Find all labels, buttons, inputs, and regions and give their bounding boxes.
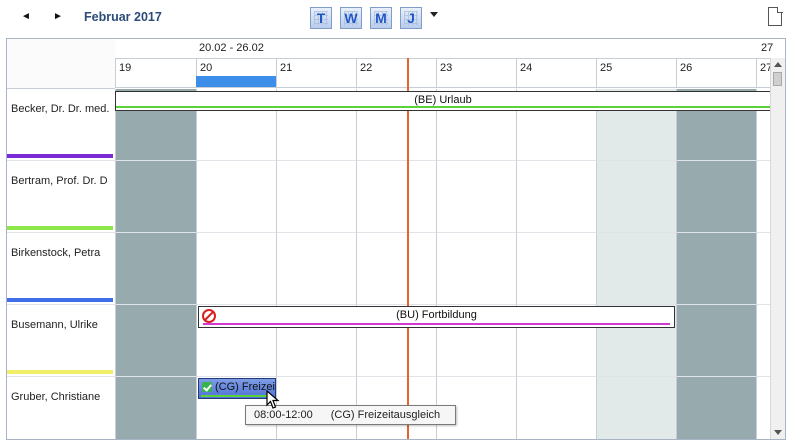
resource-color-bar <box>7 370 113 374</box>
day-header-25[interactable]: 25 <box>596 58 676 76</box>
day-header-21[interactable]: 21 <box>276 58 356 76</box>
day-cell[interactable] <box>596 377 676 439</box>
resource-row: Bertram, Prof. Dr. D <box>7 161 785 233</box>
resource-row: Birkenstock, Petra <box>7 233 785 305</box>
prohibited-icon <box>202 309 216 323</box>
resource-name: Becker, Dr. Dr. med. <box>11 103 110 115</box>
scroll-up-icon[interactable] <box>774 62 782 67</box>
month-label: Februar 2017 <box>84 10 162 24</box>
scroll-thumb[interactable] <box>773 72 782 86</box>
day-header-26[interactable]: 26 <box>676 58 756 76</box>
next-arrow-icon: ► <box>53 10 63 22</box>
resource-color-bar <box>7 226 113 230</box>
vertical-scrollbar[interactable] <box>770 58 785 439</box>
resource-name: Birkenstock, Petra <box>11 247 101 259</box>
day-cell[interactable] <box>115 161 196 233</box>
event-underline <box>203 323 670 325</box>
day-cell[interactable] <box>436 233 516 305</box>
day-subheader <box>276 76 356 88</box>
prev-month-button[interactable]: ◄ <box>18 8 34 24</box>
resource-label[interactable]: Busemann, Ulrike <box>7 305 115 377</box>
day-cell[interactable] <box>516 377 596 439</box>
day-cell[interactable] <box>676 233 756 305</box>
event-label: (BU) Fortbildung <box>396 309 477 321</box>
tooltip-text: (CG) Freizeitausgleich <box>330 409 441 421</box>
day-header-22[interactable]: 22 <box>356 58 436 76</box>
resource-label[interactable]: Bertram, Prof. Dr. D <box>7 161 115 233</box>
day-cell[interactable] <box>115 377 196 439</box>
day-cell[interactable] <box>356 233 436 305</box>
day-cell[interactable] <box>596 233 676 305</box>
resource-color-bar <box>7 154 113 158</box>
resource-name: Bertram, Prof. Dr. D <box>11 175 108 187</box>
new-document-icon[interactable] <box>768 6 783 26</box>
view-year-button[interactable]: J <box>400 7 422 29</box>
event-label: (BE) Urlaub <box>414 94 472 106</box>
day-header-23[interactable]: 23 <box>436 58 516 76</box>
day-subheader <box>115 76 196 88</box>
event-fortbildung[interactable]: (BU) Fortbildung <box>198 306 675 328</box>
next-week-label: 27 <box>761 42 774 54</box>
day-cell[interactable] <box>276 233 356 305</box>
toolbar: ◄ ► Februar 2017 T W M J <box>0 0 789 36</box>
resource-label[interactable]: Gruber, Christiane <box>7 377 115 439</box>
day-subheader <box>356 76 436 88</box>
tooltip-time: 08:00-12:00 <box>254 409 313 421</box>
today-marker <box>196 76 276 87</box>
day-subheader <box>676 76 756 88</box>
view-week-button[interactable]: W <box>340 7 362 29</box>
day-cell[interactable] <box>676 305 756 377</box>
resource-color-bar <box>7 298 113 302</box>
check-icon <box>202 382 212 392</box>
next-month-button[interactable]: ► <box>50 8 66 24</box>
calendar-grid: 20.02 - 26.02 27 19 20 21 22 23 24 25 26… <box>6 38 786 440</box>
view-month-button[interactable]: M <box>370 7 392 29</box>
current-time-line <box>407 58 409 439</box>
day-cell[interactable] <box>596 161 676 233</box>
resource-name: Gruber, Christiane <box>11 391 101 403</box>
scroll-down-icon[interactable] <box>774 430 782 435</box>
resource-label[interactable]: Becker, Dr. Dr. med. <box>7 89 115 161</box>
day-cell[interactable] <box>196 233 276 305</box>
resource-label[interactable]: Birkenstock, Petra <box>7 233 115 305</box>
week-range-label: 20.02 - 26.02 <box>199 42 264 54</box>
day-subheader <box>596 76 676 88</box>
day-cell[interactable] <box>356 161 436 233</box>
day-subheader <box>436 76 516 88</box>
event-underline <box>201 395 273 397</box>
event-freizeit-selected[interactable]: (CG) Freizei <box>198 378 276 399</box>
day-cell[interactable] <box>676 161 756 233</box>
day-cell[interactable] <box>196 161 276 233</box>
event-urlaub[interactable]: (BE) Urlaub <box>115 91 771 111</box>
event-underline <box>116 106 770 108</box>
day-cell[interactable] <box>115 233 196 305</box>
day-cell[interactable] <box>516 233 596 305</box>
resource-name: Busemann, Ulrike <box>11 319 98 331</box>
day-subheader <box>516 76 596 88</box>
day-cell[interactable] <box>676 377 756 439</box>
day-cell[interactable] <box>436 161 516 233</box>
day-header-19[interactable]: 19 <box>115 58 196 76</box>
header-corner <box>7 39 115 89</box>
day-header-20[interactable]: 20 <box>196 58 276 76</box>
view-day-button[interactable]: T <box>310 7 332 29</box>
day-header-24[interactable]: 24 <box>516 58 596 76</box>
day-cell[interactable] <box>276 161 356 233</box>
day-cell[interactable] <box>516 161 596 233</box>
day-cell[interactable] <box>115 305 196 377</box>
prev-arrow-icon: ◄ <box>21 10 31 22</box>
view-dropdown-arrow-icon[interactable] <box>430 12 438 17</box>
